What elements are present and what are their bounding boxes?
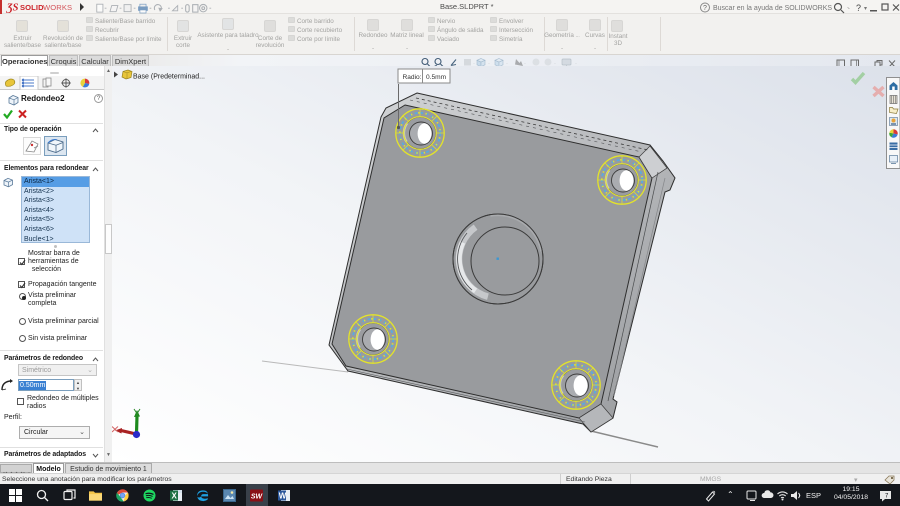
svg-text:▾: ▾ bbox=[864, 6, 867, 12]
svg-text:WORKS: WORKS bbox=[43, 3, 72, 12]
svg-text:Buscar en la ayuda de SOLIDWOR: Buscar en la ayuda de SOLIDWORKS bbox=[713, 5, 832, 12]
svg-text:X: X bbox=[172, 491, 178, 500]
svg-text:?: ? bbox=[856, 3, 861, 13]
svg-text:Radio:: Radio: bbox=[403, 74, 422, 81]
svg-text:SOLID: SOLID bbox=[20, 3, 44, 12]
svg-text:ƷS: ƷS bbox=[6, 3, 19, 14]
svg-text:SW: SW bbox=[251, 493, 263, 500]
svg-text:W: W bbox=[279, 491, 287, 500]
svg-text:Base (Predeterminad...: Base (Predeterminad... bbox=[133, 74, 205, 81]
svg-text:0.5mm: 0.5mm bbox=[426, 74, 447, 81]
svg-text:?: ? bbox=[703, 5, 707, 12]
